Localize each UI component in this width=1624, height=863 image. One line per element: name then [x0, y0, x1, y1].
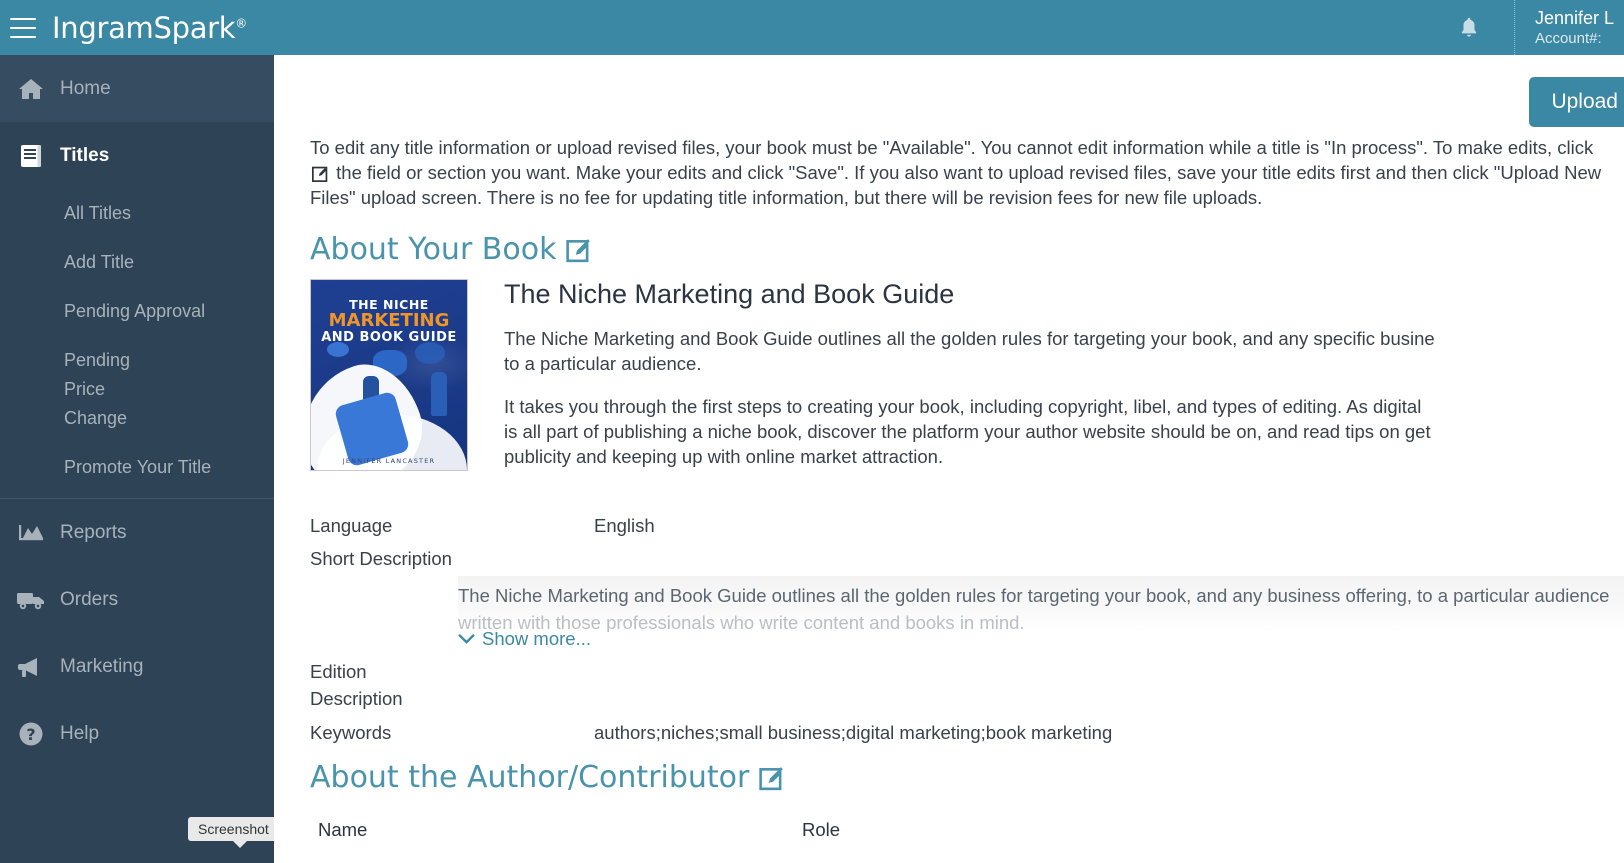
sidebar-item-all-titles-label: All Titles [64, 203, 132, 223]
book-description-p2-line1: It takes you through the first steps to … [504, 396, 1422, 417]
sidebar-item-reports[interactable]: Reports [0, 499, 274, 566]
book-title: The Niche Marketing and Book Guide [504, 279, 955, 309]
cover-line-2: MARKETING [328, 310, 450, 331]
book-description-p2-line2: is all part of publishing a niche book, … [504, 421, 1431, 442]
book-description-paragraph-1: The Niche Marketing and Book Guide outli… [504, 326, 1624, 376]
about-author-title: About the Author/Contributor [310, 760, 750, 795]
sidebar-item-add-title[interactable]: Add Title [0, 238, 274, 287]
metadata-label-short-description: Short Description [310, 548, 452, 569]
svg-text:?: ? [26, 725, 35, 744]
sidebar-item-home[interactable]: Home [0, 55, 274, 122]
short-description-line-2: written with those professionals who wri… [458, 612, 1025, 632]
sidebar-item-pending-approval-label: Pending Approval [64, 301, 206, 321]
sidebar-item-all-titles[interactable]: All Titles [0, 189, 274, 238]
cover-decoration [431, 372, 447, 416]
metadata-label-language: Language [310, 515, 393, 536]
app-root: IngramSpark® Jennifer L Account#: Home T… [0, 0, 1624, 863]
cover-decoration [415, 342, 445, 364]
sidebar-item-orders[interactable]: Orders [0, 566, 274, 633]
book-description-paragraph-2: It takes you through the first steps to … [504, 394, 1624, 469]
top-bar: IngramSpark® Jennifer L Account#: [0, 0, 1624, 55]
edit-pencil-icon[interactable] [759, 765, 785, 791]
sidebar-item-marketing[interactable]: Marketing [0, 633, 274, 700]
book-description-p1-line2: to a particular audience. [504, 353, 702, 374]
sidebar: Home Titles All Titles Add Title Pending… [0, 55, 279, 863]
sidebar-item-help[interactable]: ? Help [0, 700, 274, 767]
upload-new-files-button[interactable]: Upload [1529, 77, 1624, 127]
top-bar-right: Jennifer L Account#: [1425, 0, 1624, 55]
book-description-p1-line1: The Niche Marketing and Book Guide outli… [504, 328, 1435, 349]
book-info: The Niche Marketing and Book Guide The N… [468, 279, 1624, 487]
account-menu[interactable]: Jennifer L Account#: [1515, 0, 1624, 55]
intro-text-part1: To edit any title information or upload … [310, 137, 1594, 158]
short-description-line-1: The Niche Marketing and Book Guide outli… [458, 585, 1610, 606]
book-description-p2-line3: publicity and keeping up with online mar… [504, 446, 944, 467]
brand-name: IngramSpark [52, 10, 236, 45]
home-icon [10, 77, 52, 101]
metadata-label-keywords: Keywords [310, 722, 392, 743]
sidebar-item-pending-price-change-label: Pending Price Change [64, 350, 131, 428]
cover-line-3: AND BOOK GUIDE [321, 330, 457, 345]
edit-pencil-icon[interactable] [566, 237, 592, 263]
book-block: THE NICHE MARKETING AND BOOK GUIDE JENNI… [274, 279, 1624, 487]
chevron-down-icon [458, 633, 475, 644]
sidebar-item-home-label: Home [60, 77, 111, 99]
author-table-column-role: Role [802, 819, 841, 840]
metadata-value-keywords: authors;niches;small business;digital ma… [594, 722, 1113, 743]
question-circle-icon: ? [10, 721, 52, 747]
sidebar-item-add-title-label: Add Title [64, 252, 135, 272]
metadata-row-language: Language English [310, 513, 1624, 539]
upload-row: Upload [274, 55, 1624, 135]
short-description-box: The Niche Marketing and Book Guide outli… [458, 576, 1624, 632]
megaphone-icon [10, 656, 52, 678]
about-your-book-title: About Your Book [310, 232, 557, 267]
notification-bell-icon [1462, 17, 1477, 37]
book-icon [10, 144, 52, 168]
metadata-label-edition-description: Edition Description [310, 658, 594, 712]
sidebar-item-reports-label: Reports [60, 521, 127, 543]
brand-logo[interactable]: IngramSpark® [52, 11, 247, 45]
author-table-column-name: Name [318, 819, 368, 840]
intro-text-part2: the field or section you want. Make your… [310, 162, 1602, 208]
metadata-row-keywords: Keywords authors;niches;small business;d… [310, 720, 1624, 746]
screenshot-tooltip-label: Screenshot [198, 821, 269, 837]
hamburger-icon[interactable] [10, 17, 36, 38]
sidebar-item-pending-price-change[interactable]: Pending Price Change [0, 336, 274, 443]
sidebar-subnav-titles: All Titles Add Title Pending Approval Pe… [0, 189, 274, 498]
truck-icon [10, 589, 52, 611]
metadata-row-edition-description: Edition Description [310, 658, 1624, 712]
account-number: Account#: [1534, 29, 1602, 47]
account-name: Jennifer L [1534, 7, 1614, 28]
main-content: Upload To edit any title information or … [274, 55, 1624, 863]
cover-author-name: JENNIFER LANCASTER [342, 457, 436, 465]
about-your-book-heading: About Your Book [274, 232, 1624, 267]
intro-instructions: To edit any title information or upload … [274, 135, 1614, 210]
author-table-header: Name Role [274, 819, 1624, 841]
sidebar-item-marketing-label: Marketing [60, 655, 144, 677]
brand-registered-mark: ® [235, 15, 247, 30]
sidebar-item-help-label: Help [60, 722, 100, 744]
metadata-row-short-description: Short Description The Niche Marketing an… [310, 546, 1624, 650]
notifications-button[interactable] [1425, 0, 1515, 55]
sidebar-item-promote-your-title[interactable]: Promote Your Title [0, 443, 274, 492]
metadata-label-edition-description-text: Edition Description [310, 661, 403, 709]
about-author-heading: About the Author/Contributor [274, 760, 1624, 795]
metadata-value-language: English [594, 515, 655, 536]
chart-icon [10, 522, 52, 544]
sidebar-item-pending-approval[interactable]: Pending Approval [0, 287, 274, 336]
sidebar-item-orders-label: Orders [60, 588, 119, 610]
edit-pencil-icon[interactable] [312, 165, 329, 182]
book-cover-image[interactable]: THE NICHE MARKETING AND BOOK GUIDE JENNI… [310, 279, 468, 471]
sidebar-item-titles-label: Titles [60, 144, 110, 166]
sidebar-item-promote-your-title-label: Promote Your Title [64, 457, 212, 477]
book-metadata: Language English Short Description The N… [274, 513, 1624, 746]
sidebar-item-titles[interactable]: Titles [0, 122, 274, 189]
screenshot-tooltip: Screenshot [188, 817, 279, 848]
